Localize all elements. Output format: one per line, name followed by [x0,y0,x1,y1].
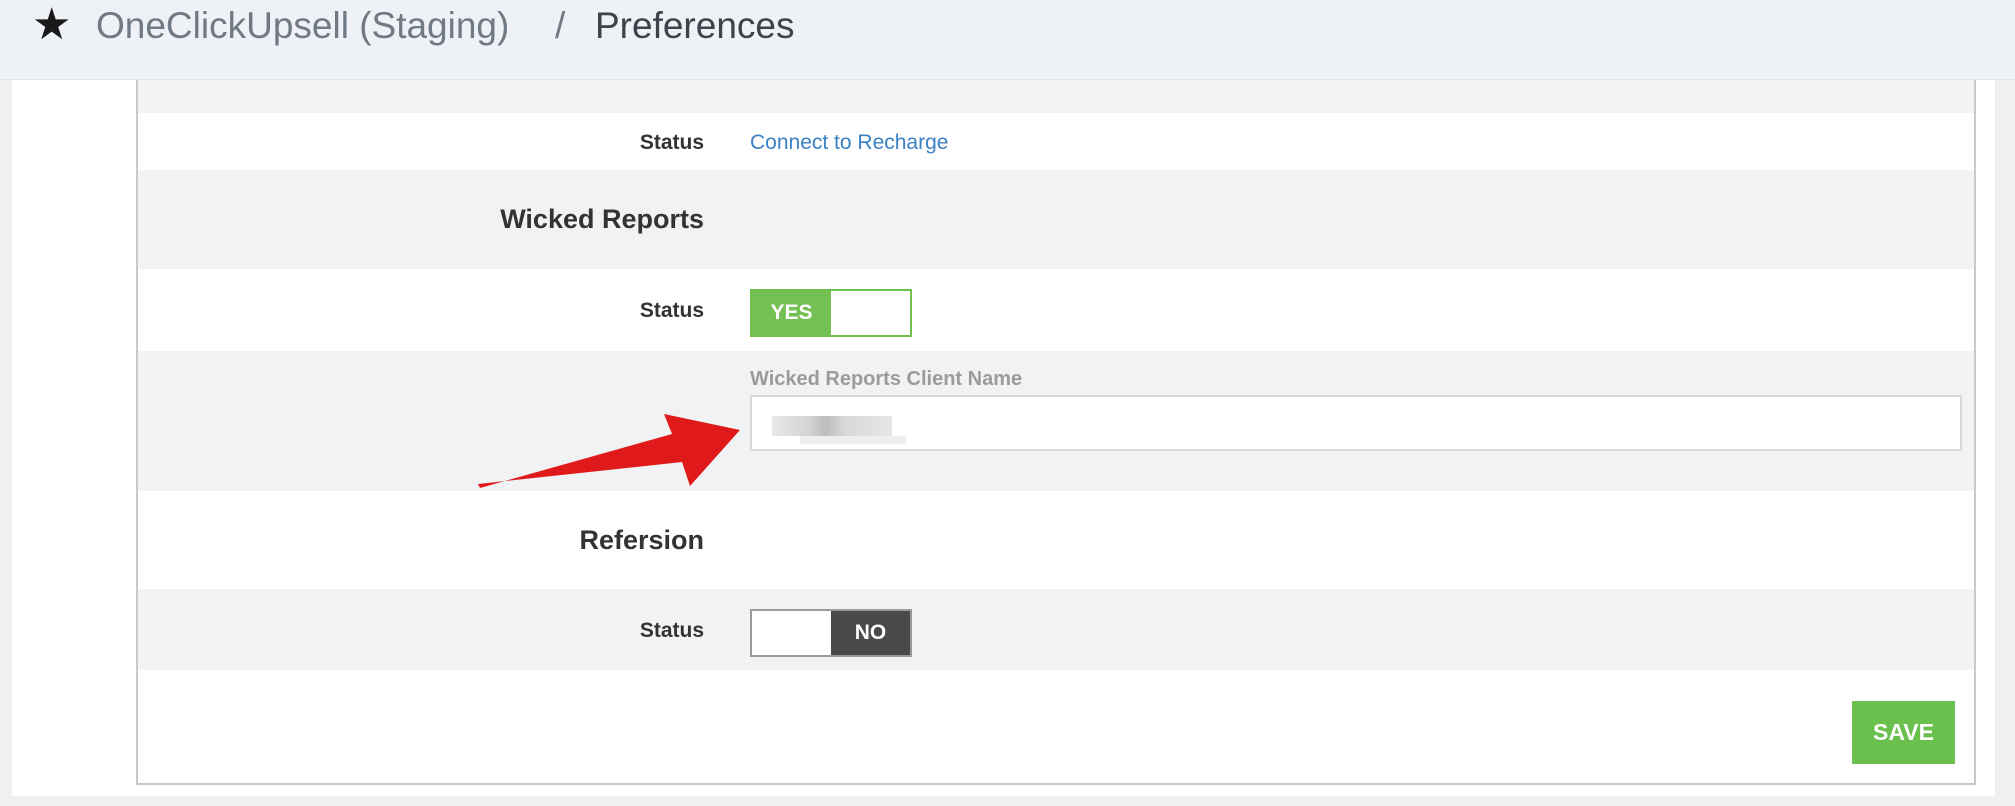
toggle-yes-segment[interactable]: YES [752,291,831,335]
refersion-status-toggle[interactable]: NO [750,609,912,657]
page-header: ★ OneClickUpsell (Staging) / Preferences [0,0,2015,80]
redacted-value [772,416,892,436]
wicked-reports-title: Wicked Reports [500,204,704,234]
recharge-status-label: Status [639,131,704,154]
toggle-blank-segment[interactable] [831,291,910,335]
redacted-value-shadow [800,436,906,444]
wicked-reports-status-row: Status YES [138,269,1974,351]
refersion-status-row: Status NO [138,589,1974,670]
wicked-reports-status-toggle[interactable]: YES [750,289,912,337]
section-strip [138,80,1974,113]
wicked-reports-status-label: Status [639,299,704,322]
annotation-arrow-icon [478,414,740,488]
client-name-input[interactable] [750,395,1962,451]
star-icon[interactable]: ★ [32,0,71,50]
client-name-label: Wicked Reports Client Name [750,368,1023,390]
wicked-reports-client-row: Wicked Reports Client Name [138,351,1974,491]
refersion-status-label: Status [639,619,704,642]
connect-recharge-link[interactable]: Connect to Recharge [750,131,948,155]
refersion-section: Refersion [138,491,1974,589]
refersion-title: Refersion [579,525,704,555]
page-title: Preferences [595,5,795,46]
toggle-no-segment[interactable]: NO [831,611,910,655]
recharge-status-row: Status Connect to Recharge [138,113,1974,170]
save-button[interactable]: SAVE [1852,701,1955,764]
breadcrumb-separator: / [555,5,566,46]
breadcrumb-app[interactable]: OneClickUpsell (Staging) [96,4,509,48]
wicked-reports-section: Wicked Reports [138,170,1974,269]
scrollbar[interactable] [1996,80,2015,806]
toggle-blank-segment[interactable] [752,611,831,655]
